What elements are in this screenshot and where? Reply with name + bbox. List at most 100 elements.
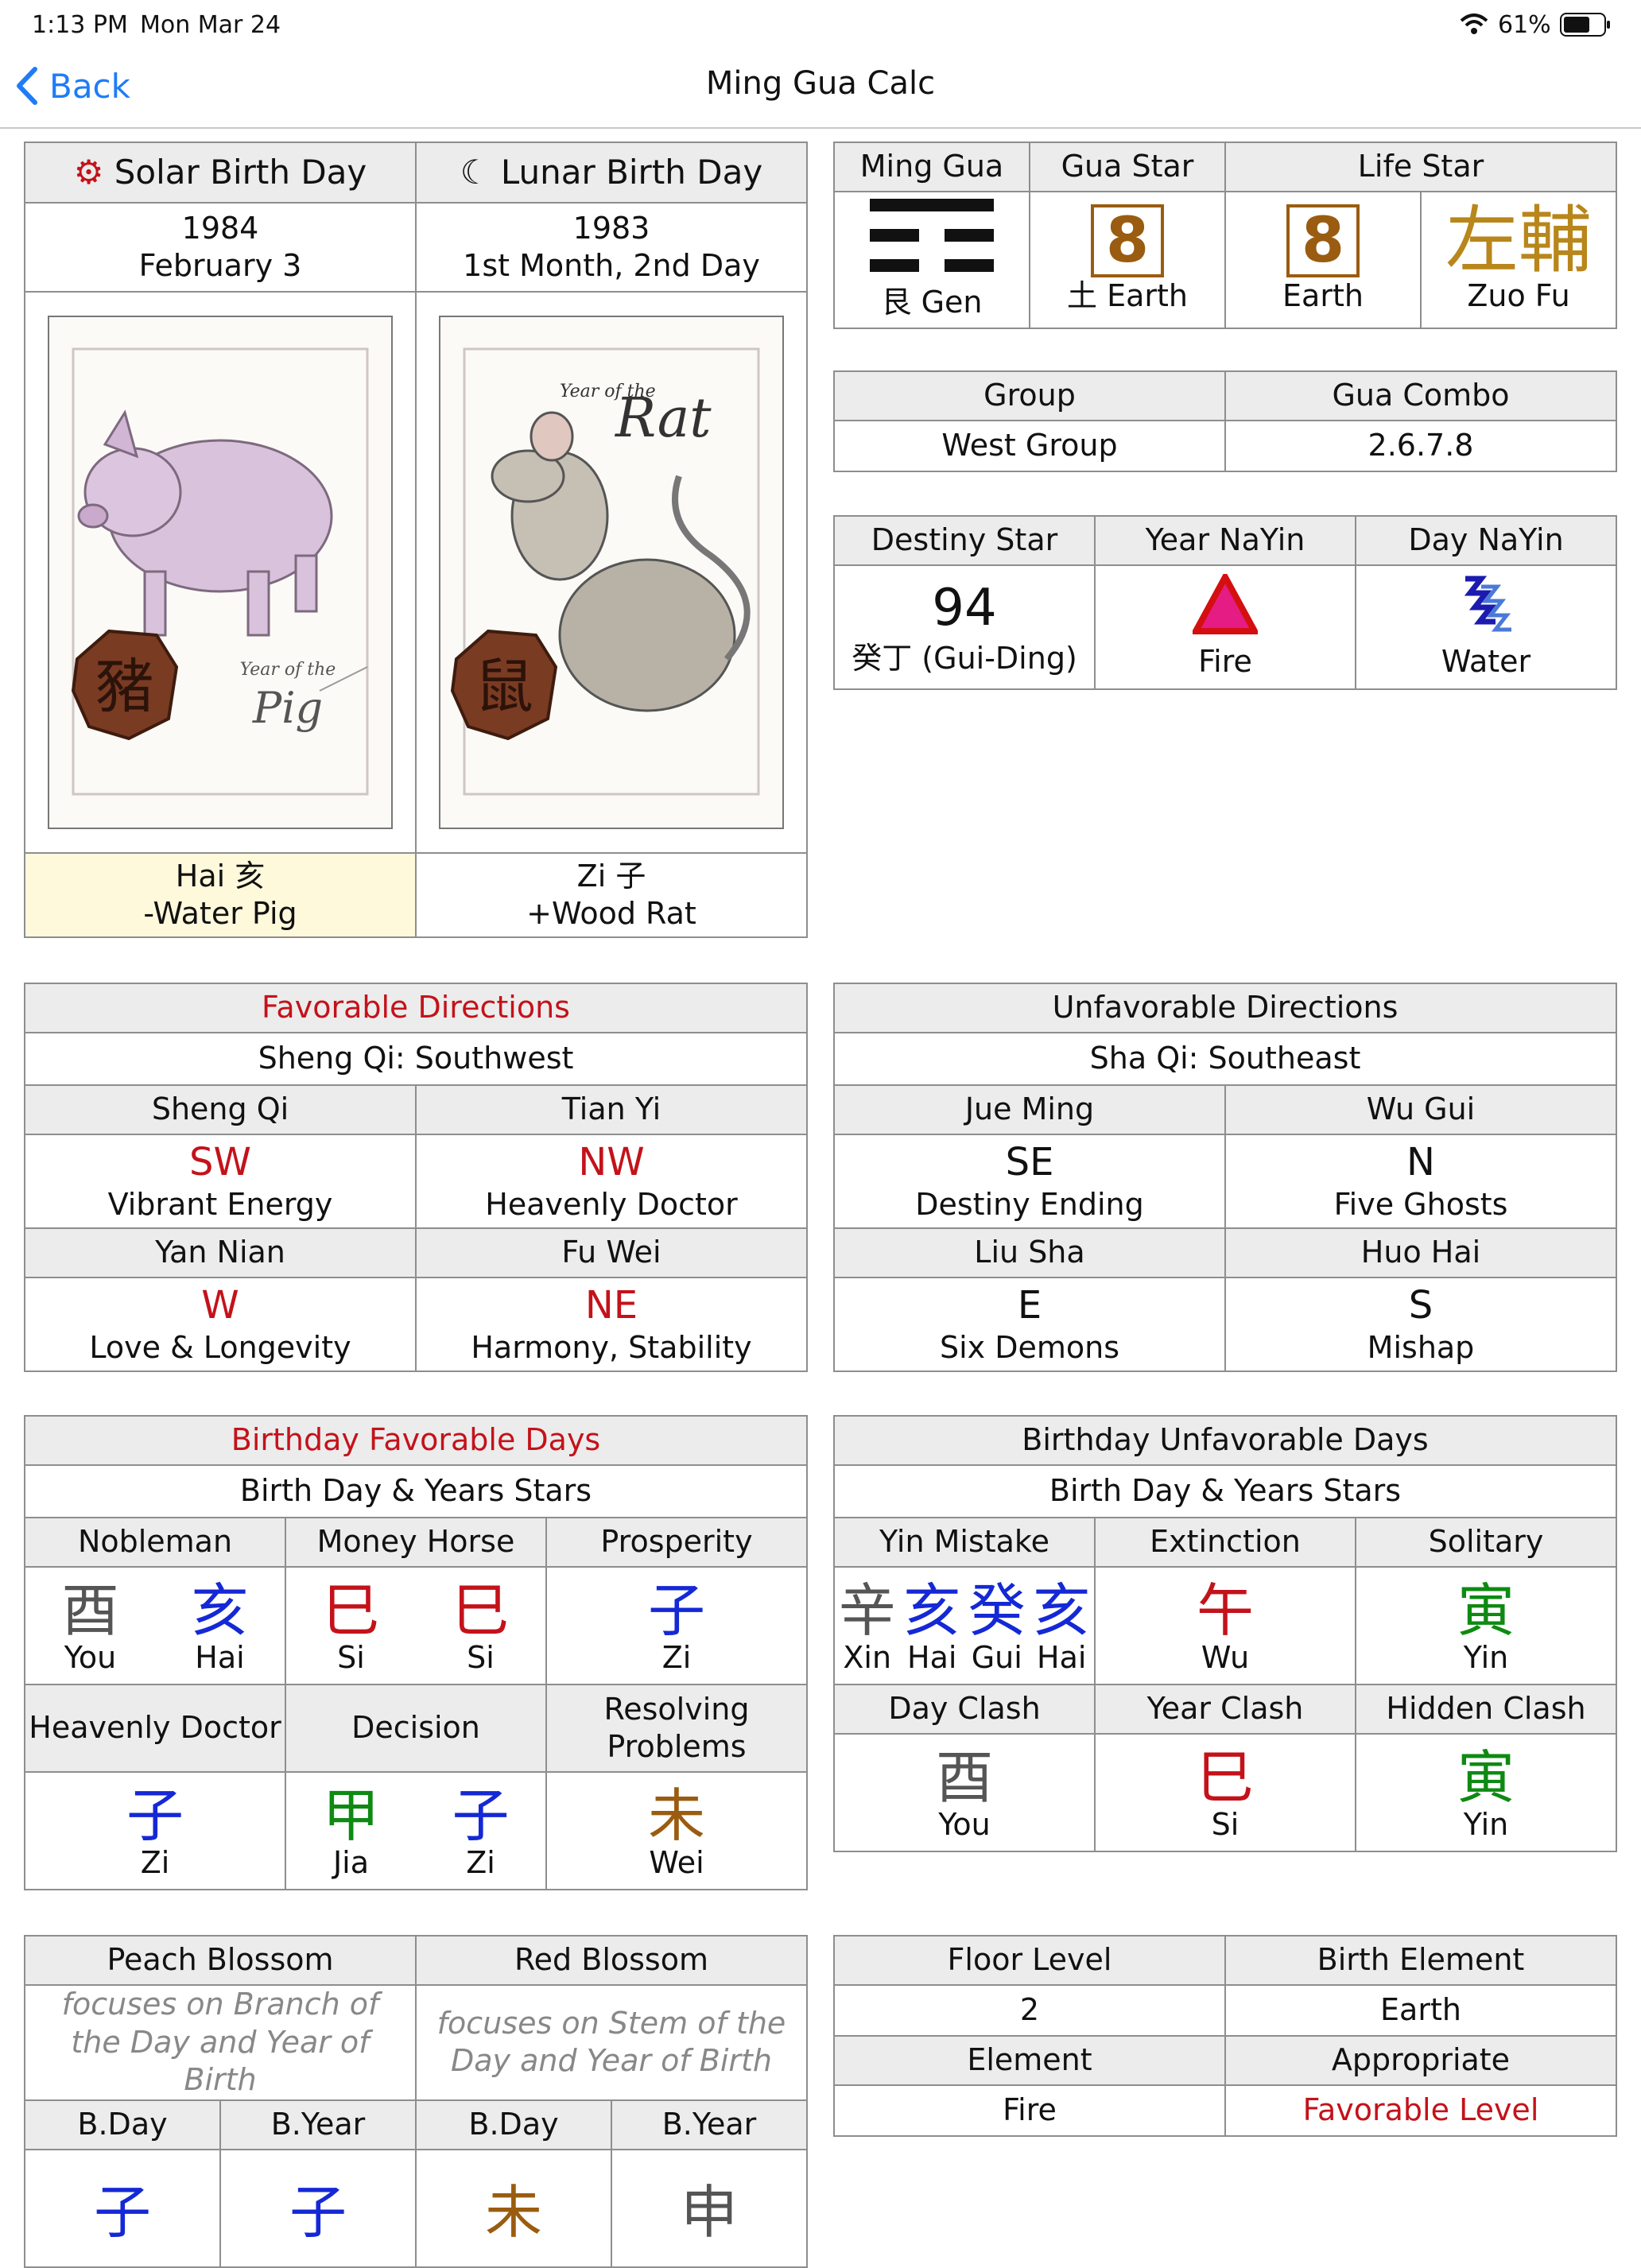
pig-name-text: Pig xyxy=(252,683,323,733)
money-horse-cell: 巳 Si 巳 Si xyxy=(285,1566,547,1685)
branch-pinyin: Yin xyxy=(1463,1807,1509,1843)
branch-char: 寅 xyxy=(1457,1577,1515,1645)
birth-element-value: Earth xyxy=(1224,1984,1617,2037)
direction-code: NW xyxy=(578,1140,645,1185)
yan-nian-header: Yan Nian xyxy=(24,1227,417,1278)
life-star-chars: 左輔 xyxy=(1445,198,1592,284)
solar-animal: -Water Pig xyxy=(143,896,297,931)
solar-year: 1984 xyxy=(181,210,259,246)
rat-name-text: Rat xyxy=(614,387,712,450)
branch-pinyin: Si xyxy=(467,1640,495,1676)
favorable-directions-title: Favorable Directions xyxy=(24,983,808,1033)
element-value: Fire xyxy=(833,2084,1226,2137)
peach-bday-header: B.Day xyxy=(24,2099,221,2150)
direction-code: W xyxy=(201,1283,239,1328)
appropriate-value: Favorable Level xyxy=(1224,2084,1617,2137)
branch-char: 癸 xyxy=(968,1577,1026,1645)
status-bar: 1:13 PM Mon Mar 24 61% xyxy=(0,0,1641,48)
fire-triangle-icon xyxy=(1190,570,1260,634)
solar-date-cell: 1984 February 3 xyxy=(24,202,417,293)
pig-seal-char: 豬 xyxy=(95,653,154,721)
resolving-problems-cell: 未 Wei xyxy=(545,1771,808,1890)
peach-byear-cell: 子 xyxy=(219,2148,417,2268)
branch-pinyin: Hai xyxy=(195,1640,245,1676)
branch-char: 未 xyxy=(484,2178,542,2246)
huo-hai-header: Huo Hai xyxy=(1224,1227,1617,1278)
peach-blossom-header: Peach Blossom xyxy=(24,1935,417,1986)
lunar-branch: Zi 子 xyxy=(576,858,646,894)
direction-code: SE xyxy=(1005,1140,1054,1185)
branch-char: 午 xyxy=(1196,1577,1254,1645)
nobleman-cell: 酉 You 亥 Hai xyxy=(24,1566,286,1685)
day-clash-cell: 酉 You xyxy=(833,1733,1096,1852)
floor-level-header: Floor Level xyxy=(833,1935,1226,1986)
direction-code: NE xyxy=(584,1283,638,1328)
destiny-number: 94 xyxy=(932,579,997,638)
branch-char: 辛 xyxy=(838,1577,896,1645)
tian-yi-header: Tian Yi xyxy=(415,1084,808,1135)
floor-level-value: 2 xyxy=(833,1984,1226,2037)
red-bday-header: B.Day xyxy=(415,2099,612,2150)
branch-pinyin: Yin xyxy=(1463,1640,1509,1676)
jue-ming-header: Jue Ming xyxy=(833,1084,1226,1135)
direction-meaning: Mishap xyxy=(1367,1330,1475,1366)
nav-bar: Back Ming Gua Calc xyxy=(0,48,1641,129)
branch-pinyin: Zi xyxy=(466,1845,495,1881)
floor-level-table: Floor Level Birth Element 2 Earth Elemen… xyxy=(833,1935,1617,2137)
lunar-date-cell: 1983 1st Month, 2nd Day xyxy=(415,202,808,293)
pig-illustration: 豬 Year of the Pig xyxy=(48,316,393,829)
money-horse-header: Money Horse xyxy=(285,1517,547,1568)
direction-meaning: Heavenly Doctor xyxy=(485,1187,738,1223)
yin-mistake-cell: 辛 Xin 亥 Hai 癸 Gui 亥 Hai xyxy=(833,1566,1096,1685)
birth-element-header: Birth Element xyxy=(1224,1935,1617,1986)
prosperity-header: Prosperity xyxy=(545,1517,808,1568)
fu-wei-header: Fu Wei xyxy=(415,1227,808,1278)
water-waves-icon xyxy=(1464,576,1511,631)
branch-char: 子 xyxy=(93,2178,151,2246)
liu-sha-header: Liu Sha xyxy=(833,1227,1226,1278)
gua-star-cell: 8 土 Earth xyxy=(1029,191,1226,329)
lunar-year: 1983 xyxy=(572,210,650,246)
day-nayin-element: Water xyxy=(1441,644,1531,679)
gua-table: Ming Gua Gua Star Life Star 艮 Gen 8 土 Ea… xyxy=(833,142,1617,329)
hidden-clash-cell: 寅 Yin xyxy=(1355,1733,1617,1852)
sheng-qi-header: Sheng Qi xyxy=(24,1084,417,1135)
branch-pinyin: Zi xyxy=(140,1845,170,1881)
direction-meaning: Vibrant Energy xyxy=(107,1187,333,1223)
prosperity-cell: 子 Zi xyxy=(545,1566,808,1685)
peach-byear-header: B.Year xyxy=(219,2099,417,2150)
solar-animal-cell: Hai 亥 -Water Pig xyxy=(24,852,417,938)
life-star-header: Life Star xyxy=(1224,142,1617,192)
nobleman-header: Nobleman xyxy=(24,1517,286,1568)
sheng-qi-cell: SW Vibrant Energy xyxy=(24,1134,417,1229)
ming-gua-header: Ming Gua xyxy=(833,142,1030,192)
group-value: West Group xyxy=(833,420,1226,472)
wifi-icon xyxy=(1460,13,1488,38)
group-header: Group xyxy=(833,370,1226,421)
jue-ming-cell: SE Destiny Ending xyxy=(833,1134,1226,1229)
gua-star-label: 土 Earth xyxy=(1067,278,1188,314)
rat-illustration: Year of the Rat 鼠 xyxy=(439,316,784,829)
direction-code: S xyxy=(1408,1283,1433,1328)
day-nayin-header: Day NaYin xyxy=(1355,515,1617,566)
liu-sha-cell: E Six Demons xyxy=(833,1277,1226,1372)
gua-star-number: 8 xyxy=(1091,204,1164,278)
destiny-star-cell: 94 癸丁 (Gui-Ding) xyxy=(833,564,1096,690)
branch-pinyin: Hai xyxy=(1037,1640,1087,1676)
gua-combo-header: Gua Combo xyxy=(1224,370,1617,421)
destiny-table: Destiny Star Year NaYin Day NaYin 94 癸丁 … xyxy=(833,515,1617,690)
life-star-number: 8 xyxy=(1286,204,1360,278)
peach-bday-cell: 子 xyxy=(24,2148,221,2268)
moon-icon: ☾ xyxy=(460,152,491,192)
page-title: Ming Gua Calc xyxy=(705,65,936,102)
branch-pinyin: Zi xyxy=(661,1640,692,1676)
branch-char: 巳 xyxy=(452,1577,510,1645)
branch-pinyin: Xin xyxy=(843,1640,892,1676)
branch-char: 子 xyxy=(647,1577,705,1645)
gen-trigram-icon xyxy=(870,198,994,272)
fu-wei-cell: NE Harmony, Stability xyxy=(415,1277,808,1372)
life-star-name: Zuo Fu xyxy=(1467,278,1570,314)
unfavorable-days-title: Birthday Unfavorable Days xyxy=(833,1415,1617,1466)
rat-seal-char: 鼠 xyxy=(475,653,533,721)
lunar-date: 1st Month, 2nd Day xyxy=(463,248,760,283)
